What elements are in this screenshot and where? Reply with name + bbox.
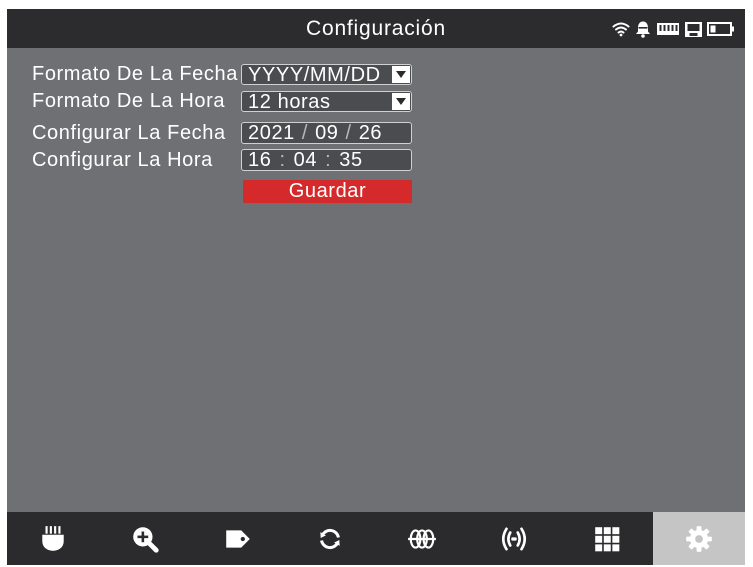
toolbar-settings-button[interactable] bbox=[652, 512, 745, 565]
coil-icon bbox=[408, 528, 437, 549]
caret-down-icon bbox=[396, 71, 406, 78]
title-bar: Configuración bbox=[7, 9, 745, 48]
time-separator: : bbox=[279, 149, 286, 171]
time-minute-field[interactable]: 04 bbox=[294, 150, 317, 170]
set-date-label: Configurar La Fecha bbox=[32, 122, 226, 144]
status-icons bbox=[612, 19, 735, 39]
time-format-dropdown-button[interactable] bbox=[392, 93, 410, 110]
date-format-label: Formato De La Fecha bbox=[32, 63, 238, 85]
date-month-field[interactable]: 09 bbox=[315, 123, 338, 143]
time-format-value: 12 horas bbox=[248, 90, 331, 113]
probe-icon bbox=[42, 525, 64, 551]
date-separator: / bbox=[345, 122, 352, 144]
toolbar-coil-button[interactable] bbox=[376, 512, 468, 565]
bottom-toolbar bbox=[7, 512, 745, 565]
toolbar-signal-button[interactable] bbox=[468, 512, 560, 565]
time-separator: : bbox=[325, 149, 332, 171]
save-icon bbox=[684, 21, 703, 38]
battery-icon bbox=[707, 21, 735, 37]
grid-icon bbox=[594, 526, 619, 551]
set-time-label: Configurar La Hora bbox=[32, 149, 213, 171]
date-format-dropdown-button[interactable] bbox=[392, 66, 410, 83]
time-input-group: 16 : 04 : 35 bbox=[241, 149, 412, 171]
signal-icon bbox=[502, 526, 527, 551]
zoom-in-icon bbox=[133, 526, 160, 553]
wifi-icon bbox=[612, 21, 630, 37]
refresh-icon bbox=[319, 528, 340, 549]
time-hour-field[interactable]: 16 bbox=[248, 150, 271, 170]
toolbar-tag-button[interactable] bbox=[192, 512, 284, 565]
memory-card-icon bbox=[656, 21, 680, 37]
toolbar-probe-button[interactable] bbox=[7, 512, 99, 565]
date-year-field[interactable]: 2021 bbox=[248, 123, 295, 143]
date-input-group: 2021 / 09 / 26 bbox=[241, 122, 412, 144]
date-day-field[interactable]: 26 bbox=[359, 123, 382, 143]
gear-icon bbox=[686, 525, 712, 552]
toolbar-refresh-button[interactable] bbox=[284, 512, 376, 565]
toolbar-grid-button[interactable] bbox=[561, 512, 653, 565]
time-format-label: Formato De La Hora bbox=[32, 90, 226, 112]
date-format-select[interactable]: YYYY/MM/DD bbox=[241, 64, 412, 85]
tag-icon bbox=[225, 529, 250, 548]
bell-icon bbox=[634, 20, 652, 38]
time-second-field[interactable]: 35 bbox=[339, 150, 362, 170]
date-format-value: YYYY/MM/DD bbox=[248, 63, 381, 86]
time-format-select[interactable]: 12 horas bbox=[241, 91, 412, 112]
toolbar-zoom-in-button[interactable] bbox=[99, 512, 191, 565]
device-screen: Configuración Formato De La Fecha YYYY/M… bbox=[7, 9, 745, 565]
caret-down-icon bbox=[396, 98, 406, 105]
save-button[interactable]: Guardar bbox=[243, 180, 412, 203]
date-separator: / bbox=[301, 122, 309, 144]
